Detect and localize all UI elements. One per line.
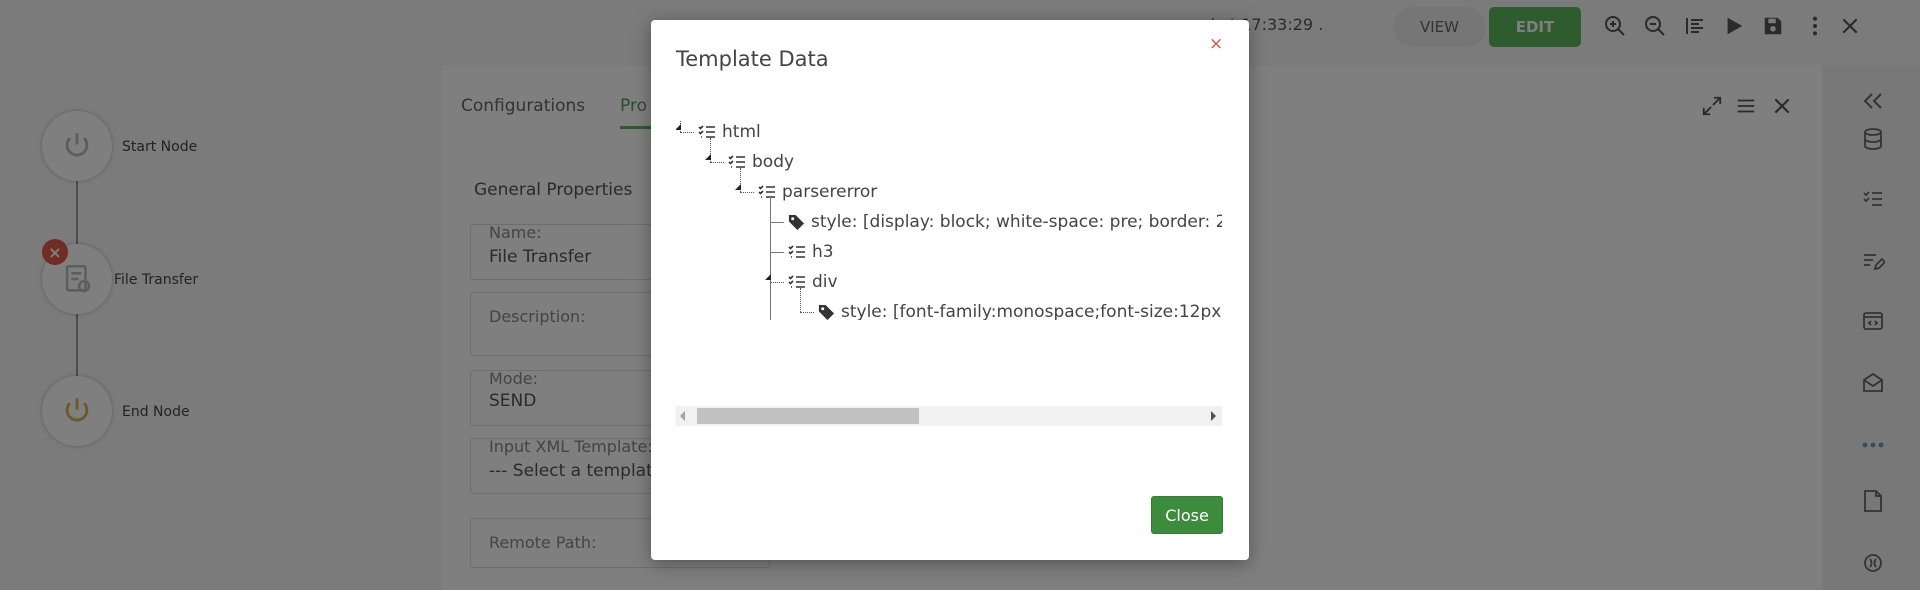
tree-node-parsererror[interactable]: parsererror (758, 180, 877, 204)
tree-connector (800, 312, 814, 313)
checklist-icon (788, 275, 805, 288)
modal-title: Template Data (676, 47, 829, 71)
horizontal-scrollbar[interactable] (676, 406, 1222, 426)
tree-node-label: html (722, 122, 761, 142)
tag-icon (818, 304, 835, 320)
tree-node-label: div (812, 272, 838, 292)
tree-connector (740, 192, 754, 193)
tree-expander[interactable] (705, 154, 711, 160)
tree-node-html[interactable]: html (698, 120, 761, 144)
tree-expander[interactable] (676, 124, 681, 130)
scrollbar-thumb[interactable] (697, 408, 919, 424)
tree-expander[interactable] (735, 184, 741, 190)
tree-node-div[interactable]: div (788, 270, 838, 294)
tree-node-label: body (752, 152, 795, 172)
tree-node-label: style: [font-family:monospace;font-size:… (841, 302, 1222, 320)
tree-connector (680, 132, 694, 133)
template-data-modal: Template Data × html body parsererror st… (651, 20, 1249, 560)
checklist-icon (698, 125, 715, 138)
scroll-right-arrow-icon[interactable] (1211, 411, 1216, 421)
tree-connector (770, 252, 784, 253)
tree-node-label: style: [display: block; white-space: pre… (811, 212, 1222, 232)
tree-node-label: parsererror (782, 182, 878, 202)
close-button[interactable]: Close (1151, 496, 1223, 534)
tree-node-h3[interactable]: h3 (788, 240, 834, 264)
tree-node-label: h3 (812, 242, 834, 262)
tree-connector (770, 282, 784, 283)
checklist-icon (758, 185, 775, 198)
tree-connector (770, 198, 771, 320)
tag-icon (788, 214, 805, 230)
checklist-icon (728, 155, 745, 168)
tree-node-style-attribute[interactable]: style: [font-family:monospace;font-size:… (818, 300, 1221, 320)
modal-close-x-icon[interactable]: × (1209, 34, 1223, 54)
tree-connector (770, 222, 784, 223)
tree-node-style-attribute[interactable]: style: [display: block; white-space: pre… (788, 210, 1222, 234)
tree-expander[interactable] (765, 274, 771, 280)
checklist-icon (788, 245, 805, 258)
template-tree[interactable]: html body parsererror style: [display: b… (676, 120, 1222, 320)
tree-node-body[interactable]: body (728, 150, 794, 174)
tree-connector (710, 162, 724, 163)
scroll-left-arrow-icon[interactable] (680, 411, 685, 421)
